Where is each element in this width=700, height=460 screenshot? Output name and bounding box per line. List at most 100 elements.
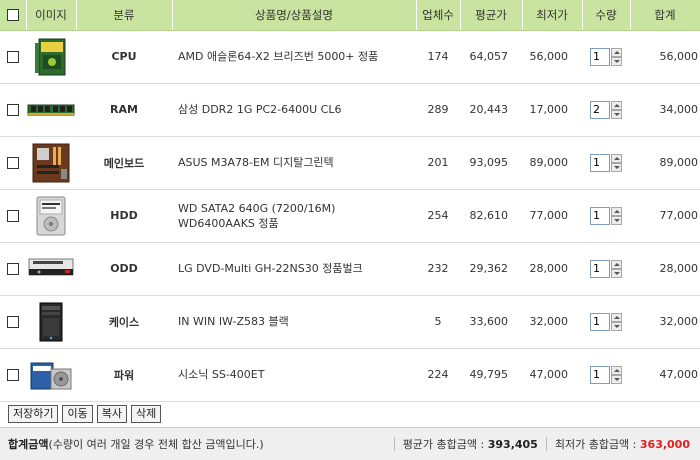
quantity-down-button[interactable] xyxy=(611,268,622,278)
row-checkbox[interactable] xyxy=(7,263,19,275)
totals-label: 합계금액 xyxy=(8,438,49,451)
row-checkbox[interactable] xyxy=(7,369,19,381)
quantity-stepper xyxy=(590,206,622,225)
quantity-stepper xyxy=(590,47,622,66)
seller-count: 5 xyxy=(416,295,460,349)
pc-case-icon[interactable] xyxy=(27,302,75,342)
quantity-down-button[interactable] xyxy=(611,56,622,66)
ram-stick-icon[interactable] xyxy=(27,90,75,130)
seller-count: 174 xyxy=(416,30,460,84)
move-button[interactable]: 이동 xyxy=(62,405,93,423)
quantity-input[interactable] xyxy=(590,259,610,278)
quantity-up-button[interactable] xyxy=(611,206,622,216)
quantity-down-button[interactable] xyxy=(611,162,622,172)
product-name-link[interactable]: AMD 애슬론64-X2 브리즈번 5000+ 정품 xyxy=(172,30,416,84)
select-all-header xyxy=(0,0,27,31)
power-supply-icon[interactable] xyxy=(27,355,75,395)
quantity-input[interactable] xyxy=(590,312,610,331)
header-sum: 합계 xyxy=(630,0,700,31)
quantity-down-button[interactable] xyxy=(611,109,622,119)
quantity-down-button[interactable] xyxy=(611,321,622,331)
select-all-checkbox[interactable] xyxy=(6,9,19,22)
quantity-input[interactable] xyxy=(590,153,610,172)
quantity-stepper xyxy=(590,100,622,119)
quantity-input[interactable] xyxy=(590,365,610,384)
min-price: 17,000 xyxy=(522,83,582,137)
product-name-link[interactable]: 시소닉 SS-400ET xyxy=(172,348,416,402)
avg-price: 33,600 xyxy=(460,295,522,349)
table-header-row: 이미지 분류 상품명/상품설명 업체수 평균가 최저가 수량 합계 xyxy=(0,0,700,31)
motherboard-icon[interactable] xyxy=(27,143,75,183)
min-total-label: 최저가 총합금액 : xyxy=(554,438,637,451)
quantity-stepper xyxy=(590,153,622,172)
seller-count: 201 xyxy=(416,136,460,190)
table-row: HDD WD SATA2 640G (7200/16M) WD6400AAKS … xyxy=(0,189,700,243)
category-cell: 파워 xyxy=(76,348,172,402)
category-cell: RAM xyxy=(76,83,172,137)
seller-count: 289 xyxy=(416,83,460,137)
product-name-link[interactable]: IN WIN IW-Z583 블랙 xyxy=(172,295,416,349)
min-total-value: 363,000 xyxy=(639,438,690,451)
header-qty: 수량 xyxy=(582,0,631,31)
seller-count: 224 xyxy=(416,348,460,402)
delete-button[interactable]: 삭제 xyxy=(130,405,162,423)
row-checkbox[interactable] xyxy=(7,157,19,169)
avg-price: 49,795 xyxy=(460,348,522,402)
min-price: 56,000 xyxy=(522,30,582,84)
quantity-up-button[interactable] xyxy=(611,312,622,322)
product-name-link[interactable]: 삼성 DDR2 1G PC2-6400U CL6 xyxy=(172,83,416,137)
cart-table: 이미지 분류 상품명/상품설명 업체수 평균가 최저가 수량 합계 CPU AM… xyxy=(0,0,700,402)
table-row: 메인보드 ASUS M3A78-EM 디지탈그린텍 201 93,095 89,… xyxy=(0,136,700,190)
row-sum: 32,000 xyxy=(630,295,700,349)
cart-page: 이미지 분류 상품명/상품설명 업체수 평균가 최저가 수량 합계 CPU AM… xyxy=(0,0,700,460)
row-checkbox[interactable] xyxy=(7,104,19,116)
copy-button[interactable]: 복사 xyxy=(96,405,127,423)
min-price: 89,000 xyxy=(522,136,582,190)
min-price: 47,000 xyxy=(522,348,582,402)
header-avg-price: 평균가 xyxy=(460,0,523,31)
quantity-up-button[interactable] xyxy=(611,259,622,269)
save-button[interactable]: 저장하기 xyxy=(8,405,59,423)
quantity-up-button[interactable] xyxy=(611,365,622,375)
header-sellers: 업체수 xyxy=(416,0,461,31)
product-name-link[interactable]: ASUS M3A78-EM 디지탈그린텍 xyxy=(172,136,416,190)
table-row: CPU AMD 애슬론64-X2 브리즈번 5000+ 정품 174 64,05… xyxy=(0,30,700,84)
avg-price: 82,610 xyxy=(460,189,522,243)
cpu-box-icon[interactable] xyxy=(27,37,75,77)
optical-drive-icon[interactable] xyxy=(27,249,75,289)
header-category: 분류 xyxy=(76,0,173,31)
min-price: 77,000 xyxy=(522,189,582,243)
category-cell: CPU xyxy=(76,30,172,84)
row-sum: 77,000 xyxy=(630,189,700,243)
quantity-up-button[interactable] xyxy=(611,153,622,163)
quantity-down-button[interactable] xyxy=(611,215,622,225)
action-bar: 저장하기 이동 복사 삭제 xyxy=(0,402,700,428)
quantity-stepper xyxy=(590,365,622,384)
product-name-link[interactable]: WD SATA2 640G (7200/16M) WD6400AAKS 정품 xyxy=(172,189,416,243)
quantity-up-button[interactable] xyxy=(611,47,622,57)
row-sum: 56,000 xyxy=(630,30,700,84)
divider xyxy=(393,437,395,451)
hard-drive-icon[interactable] xyxy=(27,196,75,236)
totals-bar: 합계금액(수량이 여러 개일 경우 전체 합산 금액입니다.) 평균가 총합금액… xyxy=(0,427,700,460)
row-checkbox[interactable] xyxy=(7,210,19,222)
category-cell: 메인보드 xyxy=(76,136,172,190)
avg-price: 29,362 xyxy=(460,242,522,296)
row-checkbox[interactable] xyxy=(7,51,19,63)
divider xyxy=(545,437,547,451)
row-sum: 47,000 xyxy=(630,348,700,402)
quantity-input[interactable] xyxy=(590,100,610,119)
quantity-down-button[interactable] xyxy=(611,374,622,384)
min-price: 32,000 xyxy=(522,295,582,349)
row-sum: 89,000 xyxy=(630,136,700,190)
quantity-input[interactable] xyxy=(590,47,610,66)
row-checkbox[interactable] xyxy=(7,316,19,328)
avg-total-value: 393,405 xyxy=(487,438,538,451)
avg-price: 20,443 xyxy=(460,83,522,137)
quantity-up-button[interactable] xyxy=(611,100,622,110)
quantity-input[interactable] xyxy=(590,206,610,225)
header-name: 상품명/상품설명 xyxy=(172,0,417,31)
product-name-link[interactable]: LG DVD-Multi GH-22NS30 정품벌크 xyxy=(172,242,416,296)
header-min-price: 최저가 xyxy=(522,0,583,31)
table-row: 케이스 IN WIN IW-Z583 블랙 5 33,600 32,000 32… xyxy=(0,295,700,349)
